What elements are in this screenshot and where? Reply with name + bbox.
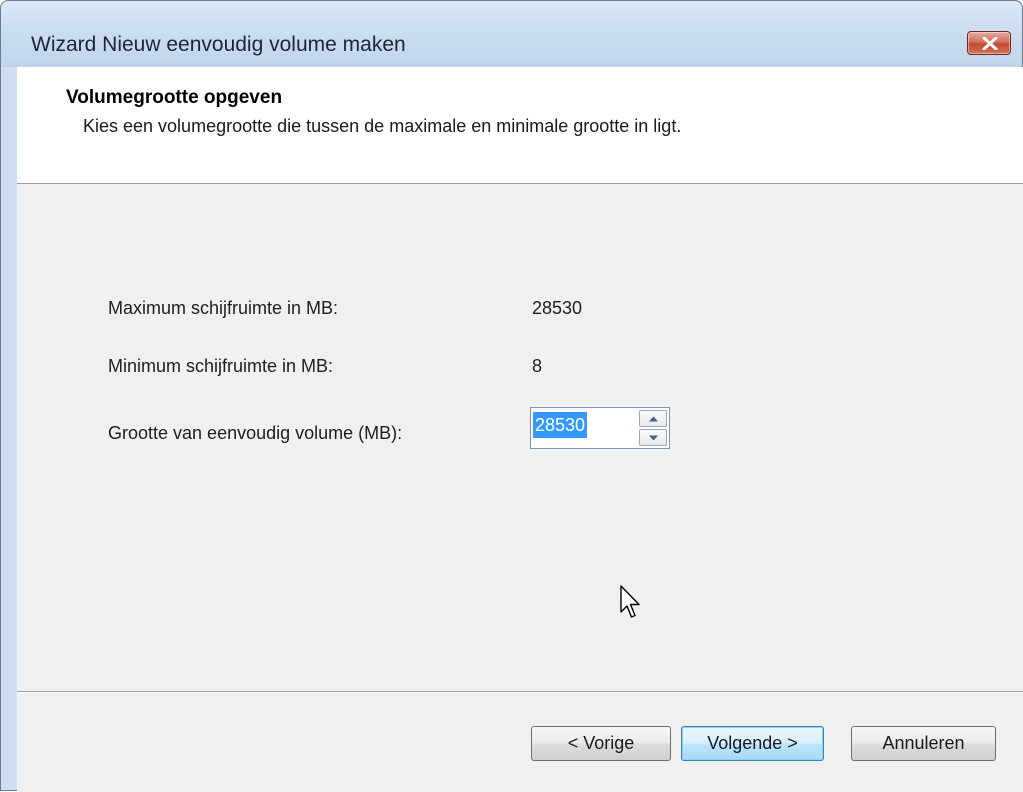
window-title: Wizard Nieuw eenvoudig volume maken	[31, 33, 406, 56]
max-space-label: Maximum schijfruimte in MB:	[108, 298, 339, 318]
volume-size-input[interactable]: 28530	[533, 412, 588, 438]
min-space-label: Minimum schijfruimte in MB:	[108, 356, 334, 376]
max-space-value: 28530	[532, 298, 583, 318]
wizard-window: Wizard Nieuw eenvoudig volume maken Volu…	[0, 0, 1023, 792]
min-space-value: 8	[532, 356, 543, 376]
wizard-client-area: Volumegrootte opgeven Kies een volumegro…	[17, 67, 1023, 792]
stepper-down-button[interactable]	[639, 429, 667, 446]
mouse-pointer-icon	[620, 585, 642, 626]
footer-divider	[17, 691, 1023, 693]
stepper-up-button[interactable]	[639, 410, 667, 427]
back-button[interactable]: < Vorige	[531, 726, 671, 761]
volume-size-stepper[interactable]: 28530	[530, 407, 670, 449]
cancel-button[interactable]: Annuleren	[851, 726, 996, 761]
title-bar[interactable]: Wizard Nieuw eenvoudig volume maken	[1, 1, 1022, 67]
close-button[interactable]	[967, 31, 1011, 55]
next-button[interactable]: Volgende >	[681, 726, 824, 761]
page-title: Volumegrootte opgeven	[66, 87, 283, 108]
wizard-header: Volumegrootte opgeven Kies een volumegro…	[17, 67, 1023, 184]
stepper-buttons	[639, 410, 667, 446]
page-subtitle: Kies een volumegrootte die tussen de max…	[83, 116, 682, 136]
volume-size-label: Grootte van eenvoudig volume (MB):	[108, 423, 403, 443]
